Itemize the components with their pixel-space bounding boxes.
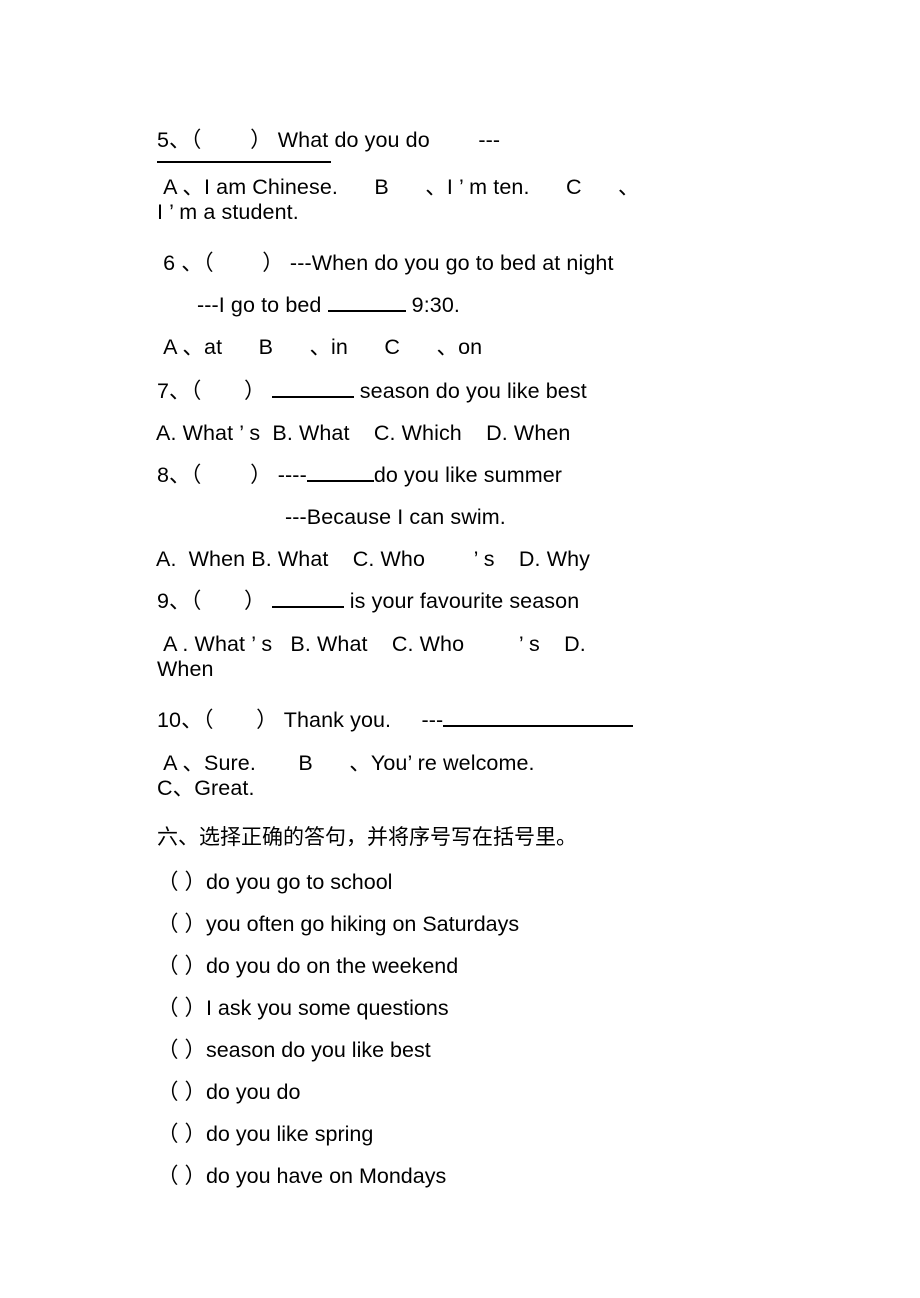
list-item[interactable]: （ ）season do you like best xyxy=(157,1029,767,1071)
q7-stem-line: 7、（ ） season do you like best xyxy=(157,370,767,412)
q9-blank[interactable] xyxy=(271,588,344,608)
q6-answer-suffix: 9:30. xyxy=(405,293,460,317)
q8-stem-line: 8、（ ） ---- do you like summer xyxy=(157,454,767,496)
question-q7: 7、（ ） season do you like best A. What ’ … xyxy=(156,370,767,454)
section-six-heading: 六、选择正确的答句，并将序号写在括号里。 xyxy=(157,825,577,849)
q10-options-line-2: C、Great. xyxy=(157,776,255,800)
q8-answer-line: ---Because I can swim. xyxy=(285,505,506,529)
q9-paren: （ ） xyxy=(190,589,266,613)
q5-number: 5、 xyxy=(157,128,191,152)
q6-answer-line: ---I go to bed 9:30. xyxy=(157,284,767,326)
q6-stem-line: 6 、（ ） ---When do you go to bed at night xyxy=(157,242,767,284)
q7-number: 7、 xyxy=(157,379,191,403)
q5-paren: （ ） xyxy=(190,128,272,152)
q7-stem-suffix: season do you like best xyxy=(353,379,587,403)
q8-number: 8、 xyxy=(157,463,191,487)
q8-paren: （ ） xyxy=(190,463,272,487)
q7-paren: （ ） xyxy=(190,379,266,403)
q10-number: 10、 xyxy=(157,708,203,732)
q8-blank[interactable] xyxy=(306,462,374,482)
q5-stem: What do you do --- xyxy=(271,128,501,152)
section-six-list: （ ）do you go to school （ ）you often go h… xyxy=(157,861,767,1197)
q6-options-line-1: A 、at B 、in C 、on xyxy=(157,335,483,359)
list-item[interactable]: （ ）do you do xyxy=(157,1071,767,1113)
q9-stem-suffix: is your favourite season xyxy=(343,589,580,613)
list-item[interactable]: （ ）do you do on the weekend xyxy=(157,945,767,987)
q10-paren: （ ） xyxy=(202,708,278,732)
q6-stem: ---When do you go to bed at night xyxy=(283,251,614,275)
q9-options-line-1: A . What ’ s B. What C. Who ’ s D. xyxy=(157,632,586,656)
q8-stem-suffix: do you like summer xyxy=(373,463,563,487)
q9-number: 9、 xyxy=(157,589,191,613)
q7-blank[interactable] xyxy=(271,378,354,398)
q6-answer-prefix: ---I go to bed xyxy=(197,293,328,317)
q10-blank[interactable] xyxy=(443,707,634,727)
list-item[interactable]: （ ）you often go hiking on Saturdays xyxy=(157,903,767,945)
q7-options-line-1: A. What ’ s B. What C. Which D. When xyxy=(156,421,571,445)
q5-answer-rule xyxy=(157,161,331,163)
q10-stem: Thank you. --- xyxy=(277,708,444,732)
question-q9: 9、（ ） is your favourite season A . What … xyxy=(157,580,767,682)
q5-stem-line: 5、（ ） What do you do --- xyxy=(157,119,767,161)
document-page: 5、（ ） What do you do --- A 、I am Chinese… xyxy=(0,0,920,1298)
q10-stem-line: 10、（ ） Thank you. --- xyxy=(157,699,767,741)
question-q5: 5、（ ） What do you do --- A 、I am Chinese… xyxy=(157,119,767,225)
q9-options-line-2: When xyxy=(157,657,214,681)
q5-options-line-1: A 、I am Chinese. B 、I ’ m ten. C 、 xyxy=(157,175,640,199)
question-q10: 10、（ ） Thank you. --- A 、Sure. B 、You’ r… xyxy=(157,699,767,801)
list-item[interactable]: （ ）I ask you some questions xyxy=(157,987,767,1029)
q8-stem-prefix: ---- xyxy=(271,463,307,487)
q5-options-line-2: I ’ m a student. xyxy=(157,200,299,224)
document-content: 5、（ ） What do you do --- A 、I am Chinese… xyxy=(156,119,767,1197)
q6-blank[interactable] xyxy=(327,292,406,312)
q9-stem-line: 9、（ ） is your favourite season xyxy=(157,580,767,622)
question-q8: 8、（ ） ---- do you like summer ---Because … xyxy=(156,454,767,580)
q8-options-line-1: A. When B. What C. Who ’ s D. Why xyxy=(156,547,590,571)
list-item[interactable]: （ ）do you go to school xyxy=(157,861,767,903)
q6-number: 6 、 xyxy=(157,251,203,275)
question-q6: 6 、（ ） ---When do you go to bed at night… xyxy=(157,242,767,368)
list-item[interactable]: （ ）do you like spring xyxy=(157,1113,767,1155)
q6-paren: （ ） xyxy=(202,251,284,275)
q10-options-line-1: A 、Sure. B 、You’ re welcome. xyxy=(157,751,535,775)
list-item[interactable]: （ ）do you have on Mondays xyxy=(157,1155,767,1197)
